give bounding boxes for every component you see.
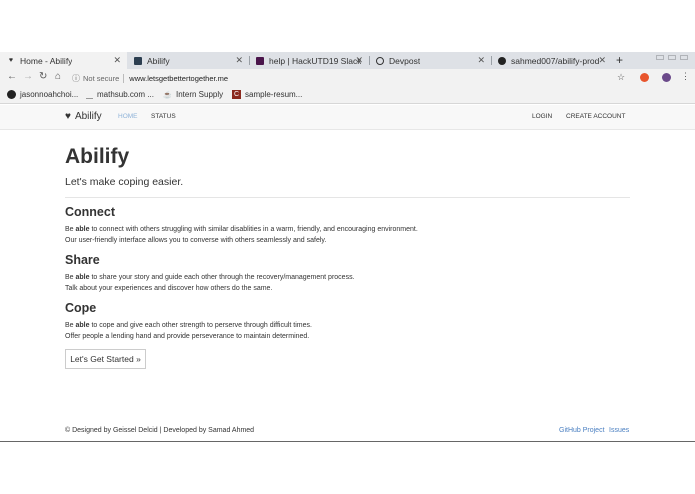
page-subtitle: Let's make coping easier. <box>65 176 184 188</box>
section-heading-share: Share <box>65 253 100 267</box>
github-project-link[interactable]: GitHub Project <box>559 427 605 434</box>
address-divider <box>123 73 125 83</box>
tab-abilify[interactable]: Abilify ✕ <box>127 52 249 69</box>
tab-github-repo[interactable]: sahmed007/abilify-prod ✕ <box>491 52 612 69</box>
tab-devpost[interactable]: Devpost ✕ <box>369 52 491 69</box>
nav-create-account-link[interactable]: CREATE ACCOUNT <box>566 113 625 120</box>
section-heading-connect: Connect <box>65 205 115 219</box>
bookmark-item[interactable]: C sample-resum... <box>232 90 302 99</box>
bold-word: able <box>75 274 90 281</box>
coffee-icon: ☕ <box>163 91 172 99</box>
nav-home-link[interactable]: HOME <box>118 113 138 120</box>
section-line: Our user-friendly interface allows you t… <box>65 237 327 244</box>
c-icon: C <box>232 90 241 99</box>
close-icon[interactable]: ✕ <box>235 55 243 66</box>
profile-avatar[interactable] <box>662 73 671 82</box>
site-navbar: ♥ Abilify HOME STATUS LOGIN CREATE ACCOU… <box>0 105 695 130</box>
get-started-button[interactable]: Let's Get Started » <box>65 349 146 369</box>
page-icon <box>86 90 93 99</box>
tab-slack[interactable]: help | HackUTD19 Slack ✕ <box>249 52 369 69</box>
section-line: Be able to share your story and guide ea… <box>65 274 355 281</box>
tab-title: Devpost <box>389 55 421 66</box>
bookmark-item[interactable]: jasonnoahchoi... <box>7 90 78 99</box>
forward-icon[interactable]: → <box>23 71 33 82</box>
footer-divider <box>0 441 695 442</box>
bookmarks-bar: jasonnoahchoi... mathsub.com ... ☕ Inter… <box>0 87 695 104</box>
section-text-cope: Be able to cope and give each other stre… <box>65 320 312 342</box>
section-line: Talk about your experiences and discover… <box>65 285 273 292</box>
heart-icon: ♥ <box>8 57 14 64</box>
extension-icon[interactable] <box>640 73 649 82</box>
maximize-icon[interactable] <box>668 55 676 60</box>
section-text-share: Be able to share your story and guide ea… <box>65 272 355 294</box>
tab-title: sahmed007/abilify-prod <box>511 55 599 66</box>
section-line: Offer people a lending hand and provide … <box>65 333 310 340</box>
section-line: Be able to connect with others strugglin… <box>65 226 418 233</box>
security-label: Not secure <box>83 73 120 83</box>
reload-icon[interactable]: ↻ <box>39 71 47 82</box>
window-close-icon[interactable] <box>680 55 688 60</box>
tab-title: Abilify <box>147 55 170 66</box>
nav-login-link[interactable]: LOGIN <box>532 113 552 120</box>
tab-title: Home - Abilify <box>20 55 73 66</box>
section-line: Be able to cope and give each other stre… <box>65 322 312 329</box>
close-icon[interactable]: ✕ <box>598 55 606 66</box>
bookmark-label: mathsub.com ... <box>97 90 154 99</box>
brand-link[interactable]: ♥ Abilify <box>65 111 102 122</box>
bookmark-label: sample-resum... <box>245 90 303 99</box>
tab-title: help | HackUTD19 Slack <box>269 55 362 66</box>
brand-name: Abilify <box>74 111 102 122</box>
github-icon <box>7 90 16 99</box>
github-icon <box>498 56 506 65</box>
bookmark-item[interactable]: ☕ Intern Supply <box>163 90 223 99</box>
close-icon[interactable]: ✕ <box>477 55 485 66</box>
bookmark-item[interactable]: mathsub.com ... <box>86 90 154 99</box>
issues-link[interactable]: Issues <box>609 427 629 434</box>
bookmark-star-icon[interactable]: ☆ <box>617 72 625 83</box>
browser-toolbar: ← → ↻ ⌂ ⓘ Not secure www.letsgetbetterto… <box>0 69 695 87</box>
info-icon[interactable]: ⓘ <box>72 73 80 84</box>
bookmark-label: Intern Supply <box>176 90 224 99</box>
section-heading-cope: Cope <box>65 301 97 315</box>
address-bar[interactable]: ⓘ Not secure www.letsgetbettertogether.m… <box>72 71 632 85</box>
browser-menu-icon[interactable]: ⋮ <box>681 71 690 82</box>
divider <box>65 197 630 198</box>
footer-credits: © Designed by Geissel Delcid | Developed… <box>65 427 255 434</box>
slack-icon <box>256 56 264 65</box>
app-icon <box>134 56 142 65</box>
page-title: Abilify <box>65 145 130 168</box>
heart-icon: ♥ <box>65 111 71 122</box>
close-icon[interactable]: ✕ <box>113 55 121 66</box>
nav-status-link[interactable]: STATUS <box>151 113 176 120</box>
new-tab-button[interactable]: + <box>616 52 623 69</box>
minimize-icon[interactable] <box>656 55 664 60</box>
bold-word: able <box>75 322 90 329</box>
tab-home-abilify[interactable]: ♥ Home - Abilify ✕ <box>0 52 127 69</box>
browser-tab-strip: ♥ Home - Abilify ✕ Abilify ✕ help | Hack… <box>0 52 695 69</box>
bold-word: able <box>75 226 90 233</box>
home-icon[interactable]: ⌂ <box>55 71 61 82</box>
bookmark-label: jasonnoahchoi... <box>20 90 79 99</box>
devpost-icon <box>376 56 384 65</box>
back-icon[interactable]: ← <box>7 71 17 82</box>
section-text-connect: Be able to connect with others strugglin… <box>65 224 418 246</box>
url-text[interactable]: www.letsgetbettertogether.me <box>129 74 228 83</box>
close-icon[interactable]: ✕ <box>355 55 363 66</box>
